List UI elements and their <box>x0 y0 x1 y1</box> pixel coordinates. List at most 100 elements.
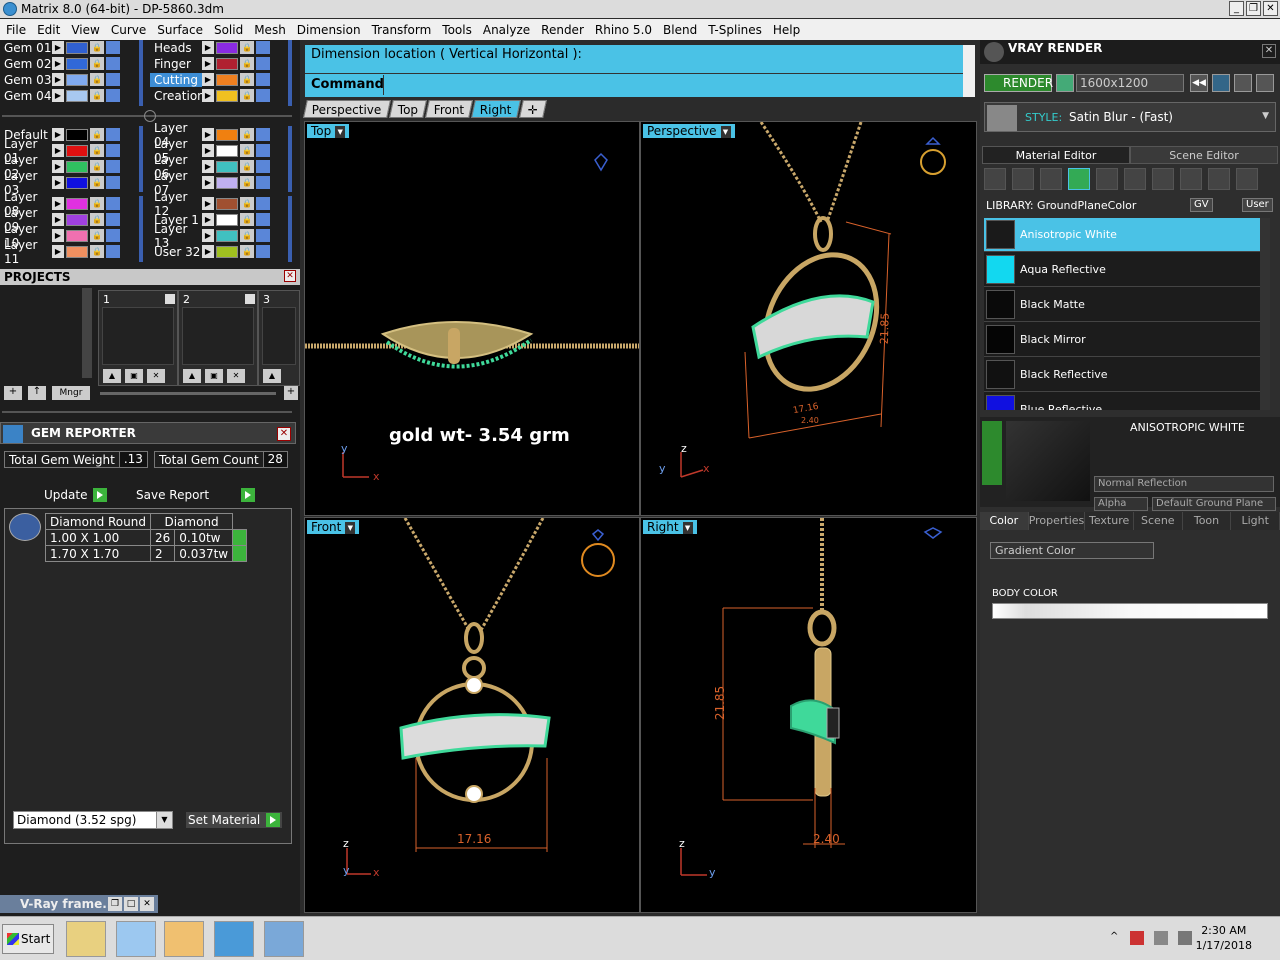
tray-network-icon[interactable] <box>1130 931 1144 945</box>
lock-icon[interactable]: 🔒 <box>240 41 254 54</box>
visibility-toggle[interactable] <box>256 144 270 157</box>
lock-icon[interactable]: 🔒 <box>90 73 104 86</box>
expand-arrow-icon[interactable]: ▶ <box>202 144 214 157</box>
table-row[interactable]: 1.70 X 1.70 2 0.037tw <box>45 545 248 562</box>
tab-properties[interactable]: Properties <box>1028 512 1086 530</box>
menu-tsplines[interactable]: T-Splines <box>708 23 762 37</box>
expand-arrow-icon[interactable]: ▶ <box>202 73 214 86</box>
lock-icon[interactable]: 🔒 <box>240 213 254 226</box>
lock-icon[interactable]: 🔒 <box>90 57 104 70</box>
lock-icon[interactable]: 🔒 <box>240 176 254 189</box>
tab-texture[interactable]: Texture <box>1085 512 1134 530</box>
visibility-toggle[interactable] <box>256 128 270 141</box>
menu-rhino[interactable]: Rhino 5.0 <box>595 23 652 37</box>
visibility-toggle[interactable] <box>106 197 120 210</box>
material-item[interactable]: Blue Reflective <box>984 393 1260 410</box>
project-slot-1[interactable]: 1 ▲ ▣ ✕ <box>98 290 178 386</box>
resolution-select[interactable]: 1600x1200 <box>1076 74 1184 92</box>
visibility-toggle[interactable] <box>256 229 270 242</box>
add-view-tab[interactable]: ✛ <box>518 100 547 118</box>
expand-arrow-icon[interactable]: ▶ <box>52 73 64 86</box>
menu-curve[interactable]: Curve <box>111 23 146 37</box>
expand-arrow-icon[interactable]: ▶ <box>52 176 64 189</box>
layer-color-swatch[interactable] <box>66 245 88 258</box>
pattern-icon[interactable] <box>1124 168 1146 190</box>
save-report-button[interactable]: Save Report <box>136 487 256 503</box>
viewport-perspective[interactable]: Perspective ▼ 21.85 17.16 2.40 z y x <box>640 121 977 516</box>
visibility-toggle[interactable] <box>256 197 270 210</box>
paint-icon[interactable] <box>1180 168 1202 190</box>
tab-light[interactable]: Light <box>1231 512 1280 530</box>
reflection-select[interactable]: Normal Reflection <box>1094 476 1274 492</box>
project-save-icon[interactable]: ▣ <box>125 369 143 383</box>
material-item[interactable]: Black Reflective <box>984 358 1260 392</box>
menu-help[interactable]: Help <box>773 23 800 37</box>
tray-volume-icon[interactable] <box>1178 931 1192 945</box>
visibility-toggle[interactable] <box>106 144 120 157</box>
layer-color-swatch[interactable] <box>216 213 238 226</box>
gem-layer-row[interactable]: Gem 01 ▶ 🔒 <box>0 40 122 55</box>
maximize-button[interactable]: ❐ <box>1246 1 1261 16</box>
expand-arrow-icon[interactable]: ▶ <box>52 144 64 157</box>
viewport-label[interactable]: Front ▼ <box>307 520 360 534</box>
expand-arrow-icon[interactable]: ▶ <box>202 57 214 70</box>
lock-icon[interactable]: 🔒 <box>90 144 104 157</box>
menu-render[interactable]: Render <box>541 23 584 37</box>
visibility-toggle[interactable] <box>256 73 270 86</box>
lock-icon[interactable]: 🔒 <box>90 245 104 258</box>
material-item[interactable]: Black Mirror <box>984 323 1260 357</box>
group-layer-row[interactable]: Heads ▶ 🔒 <box>150 40 272 55</box>
upload-project-icon[interactable]: ↑ <box>28 386 46 400</box>
lock-icon[interactable]: 🔒 <box>240 245 254 258</box>
lock-icon[interactable]: 🔒 <box>240 73 254 86</box>
lock-icon[interactable]: 🔒 <box>240 144 254 157</box>
diamond-icon[interactable] <box>1012 168 1034 190</box>
tab-right[interactable]: Right <box>471 100 521 118</box>
layer-color-swatch[interactable] <box>216 41 238 54</box>
viewport-right[interactable]: Right ▼ 21.85 2.40 z y <box>640 517 977 913</box>
gem-layer-row[interactable]: Gem 02 ▶ 🔒 <box>0 56 122 71</box>
expand-arrow-icon[interactable]: ▶ <box>202 176 214 189</box>
layer-row[interactable]: User 32 ▶ 🔒 <box>150 244 272 259</box>
texture-icon[interactable] <box>1096 168 1118 190</box>
layer-color-swatch[interactable] <box>216 245 238 258</box>
body-color-gradient[interactable] <box>992 603 1268 619</box>
layer-color-swatch[interactable] <box>216 89 238 102</box>
flask-icon[interactable] <box>984 168 1006 190</box>
projects-close-icon[interactable]: ✕ <box>284 270 296 282</box>
expand-arrow-icon[interactable]: ▶ <box>52 57 64 70</box>
layer-color-swatch[interactable] <box>216 144 238 157</box>
expand-arrow-icon[interactable]: ▶ <box>202 197 214 210</box>
menu-solid[interactable]: Solid <box>214 23 243 37</box>
lock-icon[interactable]: 🔒 <box>240 57 254 70</box>
project-save-icon[interactable]: ▣ <box>205 369 223 383</box>
visibility-toggle[interactable] <box>106 57 120 70</box>
viewport-front[interactable]: Front ▼ 17.16 z y x <box>304 517 640 913</box>
tab-scene[interactable]: Scene <box>1133 512 1183 530</box>
expand-arrow-icon[interactable]: ▶ <box>52 89 64 102</box>
expand-arrow-icon[interactable]: ▶ <box>52 229 64 242</box>
project-slot-3[interactable]: 3 ▲ <box>258 290 300 386</box>
gv-toggle[interactable]: GV <box>1190 198 1213 212</box>
layer-color-swatch[interactable] <box>66 89 88 102</box>
visibility-toggle[interactable] <box>256 245 270 258</box>
minimize-button[interactable]: _ <box>1229 1 1244 16</box>
layer-color-swatch[interactable] <box>216 197 238 210</box>
lock-icon[interactable]: 🔒 <box>90 41 104 54</box>
tab-color[interactable]: Color <box>980 512 1029 530</box>
gradient-select[interactable]: Gradient Color <box>990 542 1154 559</box>
menu-transform[interactable]: Transform <box>372 23 432 37</box>
project-slot-2[interactable]: 2 ▲ ▣ ✕ <box>178 290 258 386</box>
close-icon[interactable]: ✕ <box>140 897 154 911</box>
visibility-toggle[interactable] <box>256 57 270 70</box>
layer-color-swatch[interactable] <box>66 144 88 157</box>
gem-reporter-close-icon[interactable]: ✕ <box>277 427 291 441</box>
add-project-icon[interactable]: + <box>4 386 22 400</box>
light-icon[interactable] <box>1236 168 1258 190</box>
layer-row[interactable]: Layer 03 ▶ 🔒 <box>0 169 122 197</box>
layer-color-swatch[interactable] <box>216 160 238 173</box>
menu-blend[interactable]: Blend <box>663 23 697 37</box>
project-next-icon[interactable] <box>245 294 255 304</box>
layer-color-swatch[interactable] <box>66 160 88 173</box>
expand-arrow-icon[interactable]: ▶ <box>52 128 64 141</box>
